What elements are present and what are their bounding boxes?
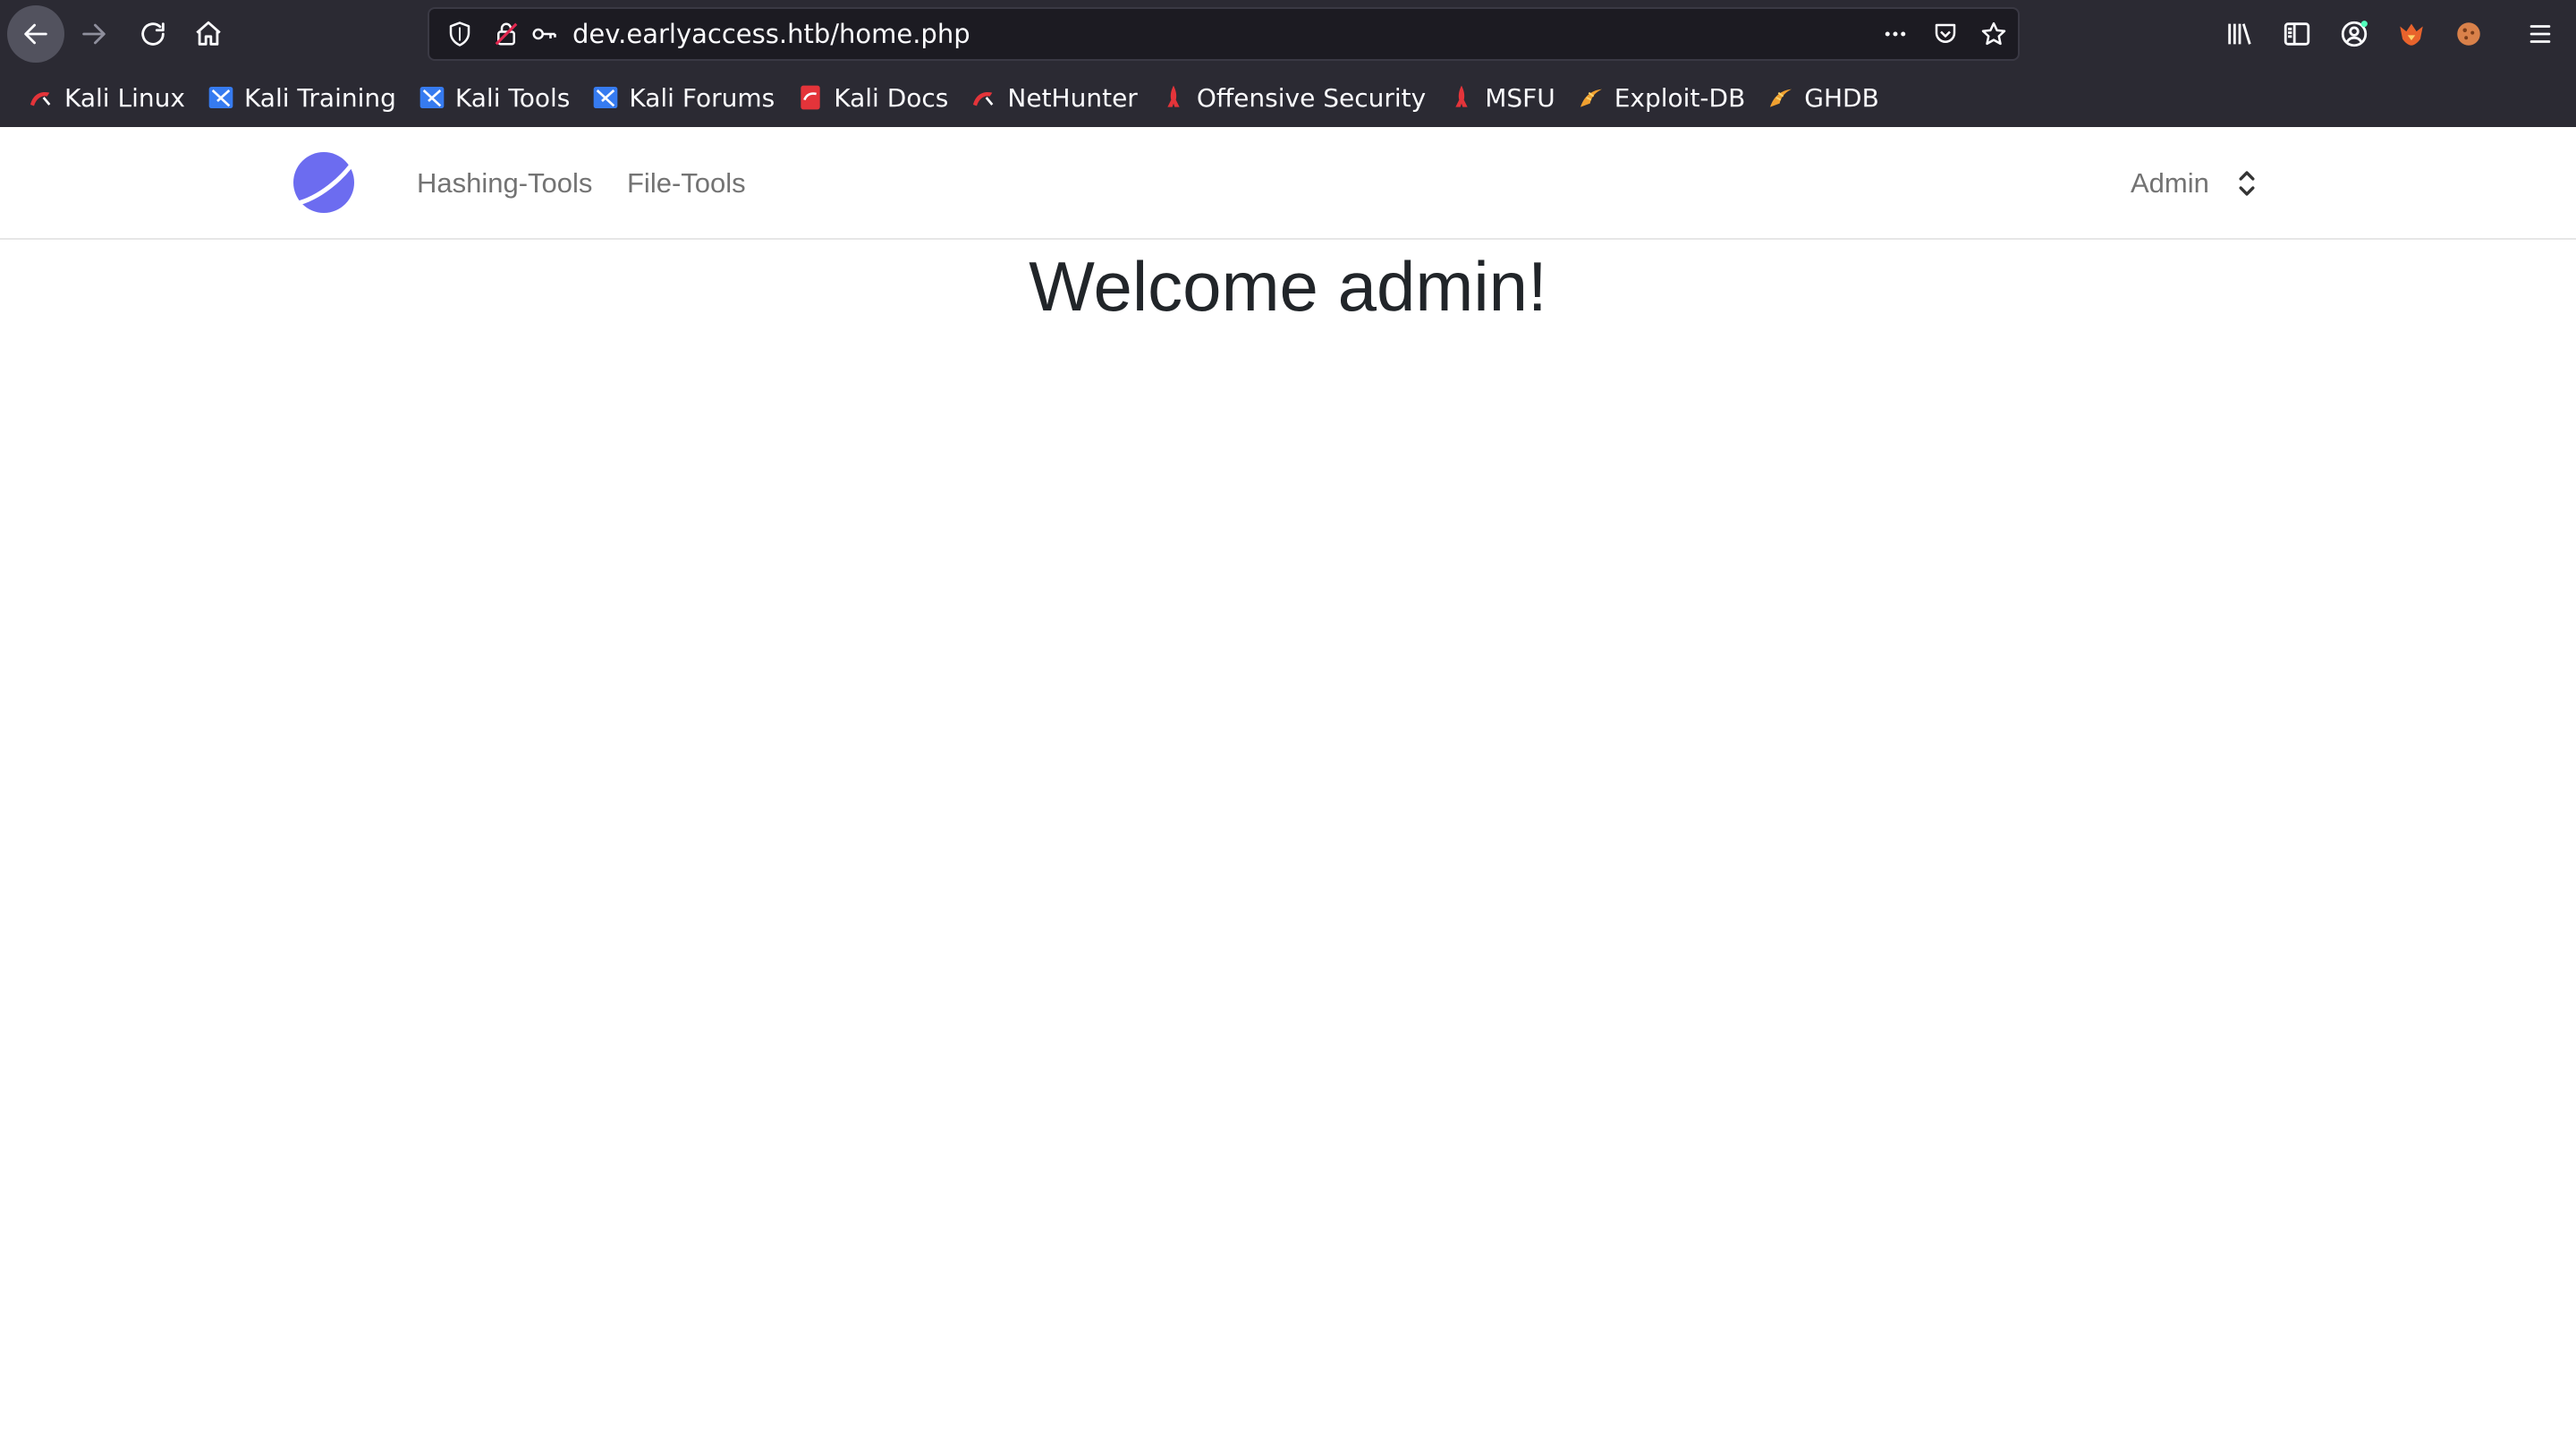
bookmarks-toolbar: Kali Linux Kali Training Kali Tools Kali… [0,68,2576,127]
arrow-right-icon [82,23,106,45]
bookmark-msfu[interactable]: MSFU [1438,75,1564,120]
bookmark-exploit-db[interactable]: Exploit-DB [1568,75,1755,120]
shield-icon[interactable] [438,9,481,59]
web-page: Hashing-Tools File-Tools Admin Welcome a… [0,127,2576,1444]
kali-tools-icon [208,87,233,108]
navigation-toolbar: dev.earlyaccess.htb/home.php [0,0,2576,68]
home-button[interactable] [181,7,236,61]
exploitdb-icon [1770,89,1792,107]
bookmark-kali-docs[interactable]: Kali Docs [787,75,957,120]
nav-link-file-tools[interactable]: File-Tools [627,127,746,240]
reload-button[interactable] [125,7,181,61]
more-horizontal-icon [1885,31,1906,37]
page-actions-button[interactable] [1875,9,1916,59]
forward-button[interactable] [66,7,122,61]
kali-dragon-icon [973,91,994,106]
bookmark-label: Kali Tools [454,82,571,113]
offsec-icon [1455,85,1468,107]
key-icon[interactable] [526,9,562,59]
bookmark-label: Kali Training [243,82,396,113]
reload-icon [141,22,165,46]
bookmark-label: MSFU [1485,82,1555,113]
cookie-extension-button[interactable] [2442,7,2496,61]
exploitdb-icon [1580,89,1602,107]
library-icon [2228,23,2251,45]
url-text[interactable]: dev.earlyaccess.htb/home.php [572,9,970,59]
pocket-icon [1935,23,1956,43]
cookie-icon [2457,22,2480,46]
kali-dragon-icon [30,91,51,106]
app-menu-button[interactable] [2513,7,2567,61]
kali-docs-icon [801,85,820,110]
home-icon [196,21,221,46]
kali-tools-icon [594,87,618,108]
pocket-button[interactable] [1925,9,1966,59]
bookmark-kali-forums[interactable]: Kali Forums [582,75,784,120]
browser-chrome: dev.earlyaccess.htb/home.php Kali Linux … [0,0,2576,127]
page-title: Welcome admin! [1029,247,1547,326]
bookmark-label: Exploit-DB [1614,82,1746,113]
star-icon [1981,21,2006,46]
bookmark-kali-linux[interactable]: Kali Linux [18,75,194,120]
user-menu-label: Admin [2131,167,2209,199]
bookmark-kali-tools[interactable]: Kali Tools [409,75,579,120]
site-navbar: Hashing-Tools File-Tools Admin [0,127,2576,240]
user-menu-dropdown[interactable]: Admin [2131,127,2259,240]
sidebar-icon [2284,22,2310,46]
bookmark-label: Kali Forums [629,82,775,113]
url-bar[interactable]: dev.earlyaccess.htb/home.php [428,7,2020,61]
bookmark-offensive-security[interactable]: Offensive Security [1150,75,1435,120]
insecure-lock-icon[interactable] [488,9,524,59]
arrow-left-icon [24,23,47,45]
bookmark-star-button[interactable] [1973,9,2014,59]
bookmark-kali-training[interactable]: Kali Training [198,75,405,120]
hamburger-icon [2529,25,2551,43]
foxyproxy-extension-button[interactable] [2385,7,2438,61]
account-icon [2341,21,2368,47]
bookmark-nethunter[interactable]: NetHunter [961,75,1146,120]
site-logo-icon[interactable] [292,149,360,217]
library-button[interactable] [2213,7,2267,61]
foxyproxy-icon [2400,23,2423,46]
kali-tools-icon [419,87,445,108]
chevron-up-down-icon [2239,171,2255,196]
bookmark-label: Offensive Security [1196,82,1427,113]
bookmark-ghdb[interactable]: GHDB [1758,75,1888,120]
nav-link-hashing-tools[interactable]: Hashing-Tools [417,127,592,240]
bookmark-label: Kali Linux [64,82,185,113]
back-button[interactable] [7,5,64,63]
bookmark-label: GHDB [1804,82,1879,113]
bookmark-label: NetHunter [1007,82,1138,113]
bookmark-label: Kali Docs [834,82,949,113]
offsec-icon [1167,85,1180,107]
sidebar-button[interactable] [2270,7,2324,61]
account-button[interactable] [2327,7,2381,61]
